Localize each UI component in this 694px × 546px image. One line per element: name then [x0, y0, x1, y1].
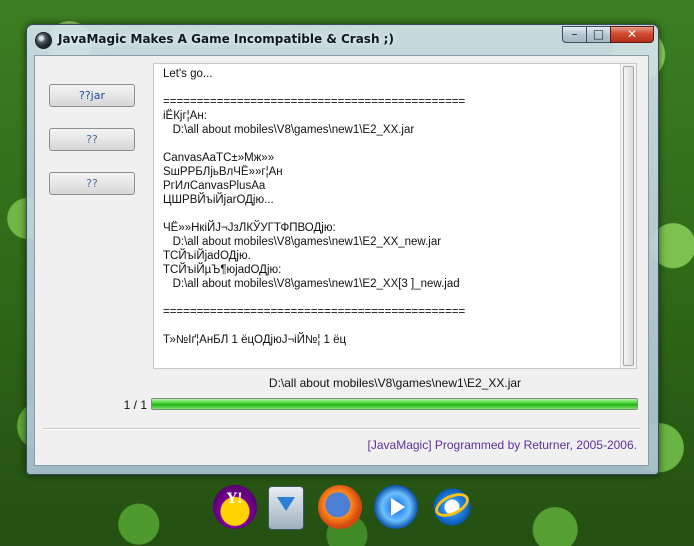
yahoo-messenger-icon[interactable]: Y!: [213, 485, 257, 529]
close-button[interactable]: ✕: [610, 26, 654, 43]
log-lines: Let's go... =============================…: [163, 67, 613, 347]
log-line: CanvasAaTC±»Мж»»: [163, 152, 275, 164]
log-scrollbar[interactable]: [620, 64, 636, 368]
maximize-icon: □: [592, 27, 605, 41]
maximize-button[interactable]: □: [586, 26, 611, 43]
action-button-2[interactable]: ??: [49, 128, 135, 151]
internet-explorer-icon[interactable]: [430, 485, 474, 529]
progress-bar: [151, 398, 638, 410]
main-window: JavaMagic Makes A Game Incompatible & Cr…: [26, 24, 659, 475]
client-area: ??jar ?? ?? Let's go... =================…: [34, 55, 649, 466]
log-line: ТСЙъіЙµЪ¶юjadОДјю:: [163, 264, 282, 276]
play-icon: [391, 498, 405, 516]
download-arrow-icon: [277, 497, 295, 511]
log-output[interactable]: Let's go... =============================…: [153, 63, 637, 369]
title-bar[interactable]: JavaMagic Makes A Game Incompatible & Cr…: [27, 25, 658, 55]
log-line: Т»№Іґ¦АнБЛ 1 ёцОДјюЈ¬іЙ№¦ 1 ёц: [163, 334, 347, 346]
log-line: РгИлCanvasPlusAa: [163, 180, 266, 192]
log-line: D:\all about mobiles\V8\games\new1\E2_XX…: [163, 124, 415, 136]
log-line: ЧЁ»»НкіЙЈ¬ЈзЛКЎУГТФПВОДјю:: [163, 222, 336, 234]
minimize-button[interactable]: –: [562, 26, 587, 43]
log-line: D:\all about mobiles\V8\games\new1\E2_XX…: [163, 278, 460, 290]
window-title: JavaMagic Makes A Game Incompatible & Cr…: [58, 32, 394, 46]
ie-ring-icon: [431, 488, 473, 522]
download-manager-icon[interactable]: [268, 486, 304, 530]
minimize-icon: –: [571, 27, 578, 41]
divider: [43, 428, 640, 430]
log-line: D:\all about mobiles\V8\games\new1\E2_XX…: [163, 236, 442, 248]
log-line: іЁКјг¦Ан:: [163, 110, 207, 122]
close-icon: ✕: [626, 27, 638, 41]
scrollbar-thumb[interactable]: [623, 66, 634, 366]
current-file-path: D:\all about mobiles\V8\games\new1\E2_XX…: [268, 376, 522, 390]
log-line: SшРРБЛјьВлЧЁ»»г¦Ан: [163, 166, 283, 178]
select-jar-button[interactable]: ??jar: [49, 84, 135, 107]
log-line: ========================================…: [163, 96, 466, 108]
log-line: ЦШРВЙъіЙjarОДјю...: [163, 194, 274, 206]
progress-fill: [152, 399, 637, 409]
firefox-icon[interactable]: [318, 485, 362, 529]
action-button-3[interactable]: ??: [49, 172, 135, 195]
log-line: ========================================…: [163, 306, 466, 318]
windows-media-player-icon[interactable]: [374, 485, 418, 529]
log-line: ТСЙъіЙjadОДјю.: [163, 250, 251, 262]
progress-count: 1 / 1: [123, 398, 147, 412]
app-icon[interactable]: [35, 32, 52, 49]
log-line: Let's go...: [163, 68, 213, 80]
credit-text: [JavaMagic] Programmed by Returner, 2005…: [367, 438, 637, 452]
yahoo-label: Y!: [226, 491, 244, 507]
